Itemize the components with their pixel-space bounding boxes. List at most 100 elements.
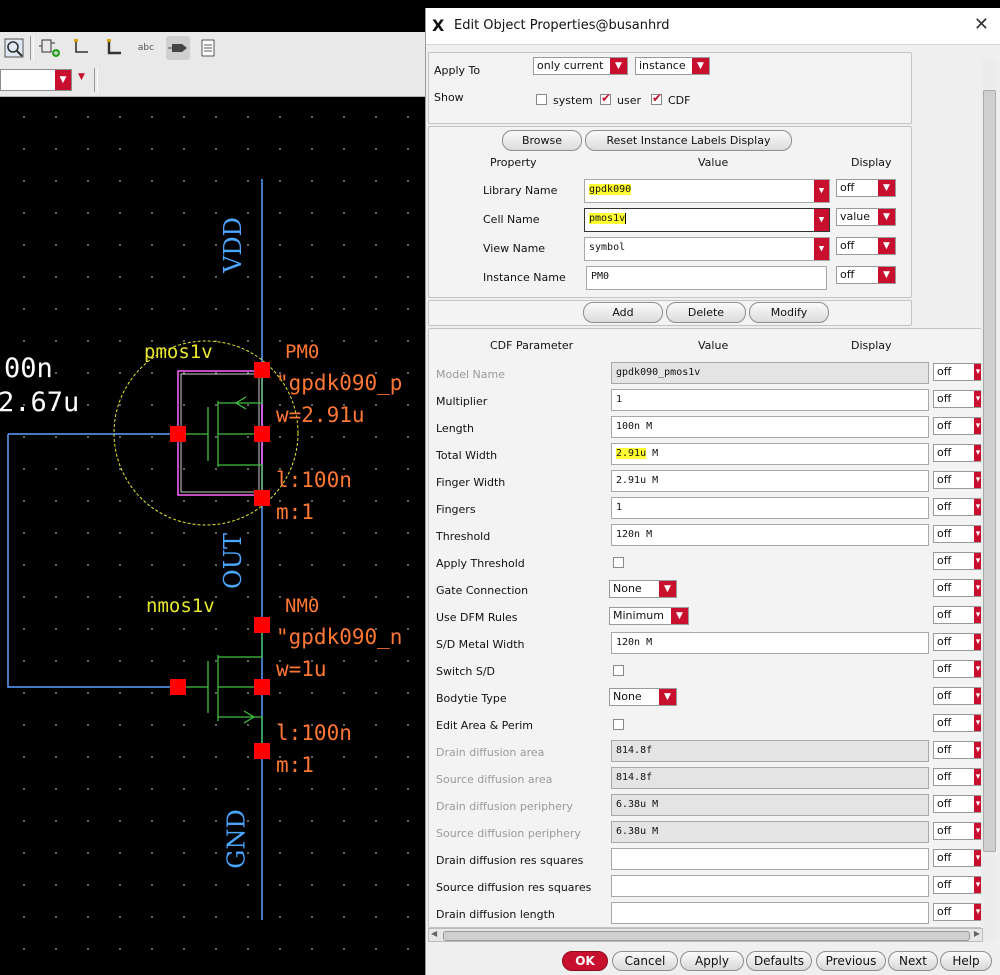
- scrollbar-thumb[interactable]: [983, 90, 996, 852]
- zoom-fit-icon[interactable]: [2, 36, 26, 60]
- cdf-param-display-select[interactable]: off ▾: [933, 552, 982, 570]
- chevron-down-icon[interactable]: ▼: [814, 209, 829, 231]
- cell-name-field[interactable]: pmos1v ▼: [584, 208, 830, 232]
- scroll-right-icon[interactable]: ▶: [974, 929, 980, 938]
- help-button[interactable]: Help: [940, 951, 992, 971]
- next-button[interactable]: Next: [888, 951, 938, 971]
- cdf-param-display-select[interactable]: off ▾: [933, 768, 982, 786]
- scrollbar-thumb[interactable]: [443, 931, 970, 941]
- pmos-instance-label: PM0: [285, 341, 320, 363]
- cdf-param-field[interactable]: [611, 875, 929, 897]
- add-wire-icon[interactable]: [70, 36, 94, 60]
- view-name-field[interactable]: symbol ▼: [584, 237, 830, 261]
- cdf-parameter-group: CDF Parameter Value Display Model Name gp…: [428, 328, 983, 928]
- cdf-param-display-select[interactable]: off ▾: [933, 849, 982, 867]
- cdf-param-display-select[interactable]: off ▾: [933, 633, 982, 651]
- pmos-lib-label: "gpdk090_p: [276, 371, 403, 395]
- chevron-down-icon[interactable]: ▼: [814, 238, 829, 260]
- view-name-display-select[interactable]: off ▼: [836, 237, 896, 255]
- cancel-button[interactable]: Cancel: [612, 951, 678, 971]
- property-icon[interactable]: [196, 36, 220, 60]
- nmos-gate-pin[interactable]: [170, 679, 186, 695]
- delete-button[interactable]: Delete: [666, 302, 746, 323]
- cdf-param-checkbox[interactable]: [613, 719, 624, 730]
- schematic-canvas[interactable]: 00n 2.67u pmos1v PM0 "gpdk090_p w=2.91u …: [0, 97, 425, 975]
- cdf-param-value: 120n M: [616, 637, 653, 648]
- toolbar-select[interactable]: ▼: [0, 69, 72, 91]
- cdf-param-display-select[interactable]: off ▾: [933, 498, 982, 516]
- cdf-param-display-select[interactable]: off ▾: [933, 390, 982, 408]
- vertical-scrollbar[interactable]: [981, 60, 996, 940]
- cdf-param-field[interactable]: 2.91u M: [611, 470, 929, 492]
- pmos-drain-pin[interactable]: [254, 362, 270, 378]
- horizontal-scrollbar[interactable]: ◀ ▶: [428, 928, 983, 942]
- scroll-left-icon[interactable]: ◀: [431, 929, 437, 938]
- add-label-icon[interactable]: abc: [134, 36, 158, 60]
- nmos-body-pin[interactable]: [254, 679, 270, 695]
- cdf-param-field[interactable]: 120n M: [611, 524, 929, 546]
- cdf-param-display-select[interactable]: off ▾: [933, 687, 982, 705]
- reset-labels-button[interactable]: Reset Instance Labels Display: [585, 130, 792, 151]
- pmos-source-pin[interactable]: [254, 490, 270, 506]
- cdf-param-display-select[interactable]: off ▾: [933, 363, 982, 381]
- cdf-param-field[interactable]: [611, 902, 929, 924]
- cdf-param-display-select[interactable]: off ▾: [933, 714, 982, 732]
- add-button[interactable]: Add: [583, 302, 663, 323]
- cdf-param-field[interactable]: [611, 848, 929, 870]
- cdf-param-checkbox[interactable]: [613, 557, 624, 568]
- apply-to-select[interactable]: only current ▼: [533, 57, 628, 75]
- apply-scope-select[interactable]: instance ▼: [635, 57, 710, 75]
- show-cdf-label: CDF: [668, 94, 691, 107]
- show-cdf-checkbox[interactable]: ✔: [651, 91, 662, 105]
- cdf-param-display-select[interactable]: off ▾: [933, 876, 982, 894]
- cdf-param-select[interactable]: Minimum ▼: [609, 607, 689, 625]
- cdf-param-field[interactable]: 1: [611, 497, 929, 519]
- cdf-param-display-select[interactable]: off ▾: [933, 471, 982, 489]
- add-instance-icon[interactable]: [38, 36, 62, 60]
- cell-name-display-select[interactable]: value ▼: [836, 208, 896, 226]
- cdf-param-display: off: [937, 419, 952, 432]
- cdf-param-display: off: [937, 446, 952, 459]
- cdf-param-checkbox[interactable]: [613, 665, 624, 676]
- cdf-param-field[interactable]: 100n M: [611, 416, 929, 438]
- add-pin-icon[interactable]: [166, 36, 190, 60]
- cdf-param-display-select[interactable]: off ▾: [933, 444, 982, 462]
- cdf-param-select[interactable]: None ▼: [609, 580, 677, 598]
- chevron-down-icon[interactable]: ▼: [78, 72, 85, 82]
- chevron-down-icon[interactable]: ▼: [814, 180, 829, 202]
- cdf-param-display-select[interactable]: off ▾: [933, 903, 982, 921]
- instance-name-display-select[interactable]: off ▼: [836, 266, 896, 284]
- cdf-param-display-select[interactable]: off ▾: [933, 741, 982, 759]
- cdf-param-display-select[interactable]: off ▾: [933, 579, 982, 597]
- nmos-source-pin[interactable]: [254, 743, 270, 759]
- cdf-param-select[interactable]: None ▼: [609, 688, 677, 706]
- cdf-param-field[interactable]: 120n M: [611, 632, 929, 654]
- pmos-body-pin[interactable]: [254, 426, 270, 442]
- cdf-param-field[interactable]: 1: [611, 389, 929, 411]
- ok-button[interactable]: OK: [562, 951, 608, 971]
- dialog-titlebar[interactable]: X Edit Object Properties@busanhrd ✕: [426, 8, 1000, 45]
- show-system-checkbox[interactable]: [536, 94, 547, 105]
- cdf-param-field[interactable]: 2.91u M: [611, 443, 929, 465]
- cdf-param-display-select[interactable]: off ▾: [933, 660, 982, 678]
- cdf-param-display-select[interactable]: off ▾: [933, 417, 982, 435]
- browse-button[interactable]: Browse: [502, 130, 582, 151]
- previous-button[interactable]: Previous: [816, 951, 886, 971]
- modify-button[interactable]: Modify: [749, 302, 829, 323]
- library-name-display-select[interactable]: off ▼: [836, 179, 896, 197]
- cdf-param-display-select[interactable]: off ▾: [933, 525, 982, 543]
- library-name-field[interactable]: gpdk090 ▼: [584, 179, 830, 203]
- chevron-down-icon: ▼: [878, 209, 895, 225]
- apply-button[interactable]: Apply: [680, 951, 744, 971]
- cdf-param-display-select[interactable]: off ▾: [933, 606, 982, 624]
- instance-name-field[interactable]: PM0: [586, 266, 827, 290]
- instance-name-display: off: [840, 268, 855, 281]
- add-wire-narrow-icon[interactable]: [102, 36, 126, 60]
- close-icon[interactable]: ✕: [974, 14, 989, 35]
- cdf-param-display-select[interactable]: off ▾: [933, 795, 982, 813]
- cdf-param-display-select[interactable]: off ▾: [933, 822, 982, 840]
- defaults-button[interactable]: Defaults: [746, 951, 812, 971]
- nmos-drain-pin[interactable]: [254, 617, 270, 633]
- show-user-checkbox[interactable]: ✔: [600, 91, 611, 105]
- pmos-gate-pin[interactable]: [170, 426, 186, 442]
